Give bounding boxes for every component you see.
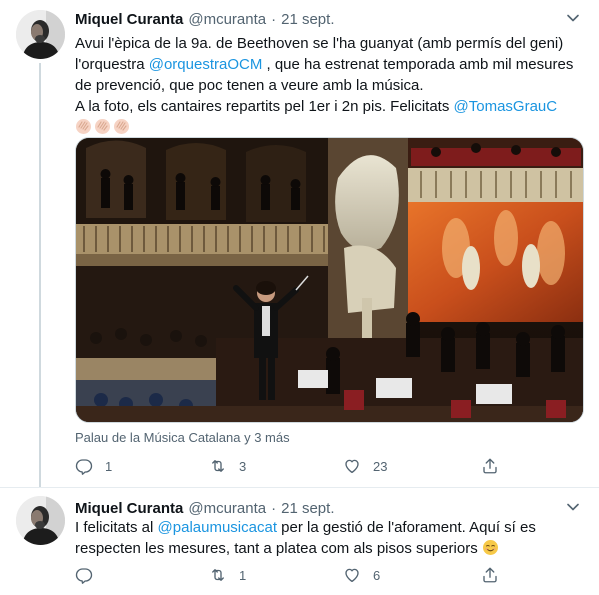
like-count: 23 [373,458,388,474]
like-count: 6 [373,567,381,583]
retweet-count: 1 [239,567,247,583]
avatar-photo [16,10,65,59]
reply-button[interactable]: 1 [75,455,112,477]
share-button[interactable] [481,455,511,477]
tweet-text-part: A la foto, els cantaires repartits pel 1… [75,98,454,115]
avatar[interactable] [16,496,65,545]
more-options-button[interactable] [563,497,583,517]
author-handle[interactable]: @mcuranta [188,11,266,28]
tweet[interactable]: Miquel Curanta @mcuranta · 21 sept. Avui… [0,0,599,487]
tweet-text: Avui l'èpica de la 9a. de Beethoven se l… [75,33,585,138]
retweet-button[interactable]: 3 [209,455,246,477]
tweet-date[interactable]: 21 sept. [281,11,334,28]
chevron-down-icon [567,14,579,22]
separator-dot: · [271,10,277,28]
relieved-face-emoji [482,539,499,556]
author-name[interactable]: Miquel Curanta [75,11,183,28]
reply-button[interactable] [75,564,105,586]
tweet-text: I felicitats al @palaumusicacat per la g… [75,517,585,559]
more-options-button[interactable] [563,8,583,28]
share-icon [483,567,497,583]
tweet-text-part: I felicitats al [75,519,158,536]
tweet-date[interactable]: 21 sept. [281,500,334,517]
author-handle[interactable]: @mcuranta [188,500,266,517]
author-name[interactable]: Miquel Curanta [75,500,183,517]
photo-location[interactable]: Palau de la Música Catalana y 3 más [75,430,290,445]
tweet-header: Miquel Curanta @mcuranta · 21 sept. [75,9,334,29]
like-button[interactable]: 6 [343,564,380,586]
like-button[interactable]: 23 [343,455,387,477]
thread-line [39,63,41,487]
clap-icon [113,118,130,135]
reply-icon [75,459,93,475]
share-button[interactable] [481,564,511,586]
tweet-actions: 1 3 23 [75,455,575,477]
avatar[interactable] [16,10,65,59]
tweet-actions: 1 6 [75,564,575,586]
avatar-photo [16,496,65,545]
tweet[interactable]: Miquel Curanta @mcuranta · 21 sept. I fe… [0,487,599,595]
tweet-photo[interactable] [75,137,584,423]
separator-dot: · [271,499,277,517]
mention-link[interactable]: @TomasGrauC [454,98,558,115]
concert-hall-photo [76,138,583,422]
clap-icon [94,118,111,135]
retweet-count: 3 [239,458,247,474]
chevron-down-icon [567,503,579,511]
tweet-header: Miquel Curanta @mcuranta · 21 sept. [75,498,334,518]
like-icon [345,459,359,474]
like-icon [345,568,359,583]
retweet-button[interactable]: 1 [209,564,246,586]
retweet-icon [212,569,224,581]
reply-icon [75,568,93,584]
clapping-hands-emoji [75,119,132,136]
mention-link[interactable]: @orquestraOCM [149,56,263,73]
mention-link[interactable]: @palaumusicacat [158,519,277,536]
share-icon [483,458,497,474]
reply-count: 1 [105,458,113,474]
clap-icon [75,118,92,135]
retweet-icon [212,460,224,472]
